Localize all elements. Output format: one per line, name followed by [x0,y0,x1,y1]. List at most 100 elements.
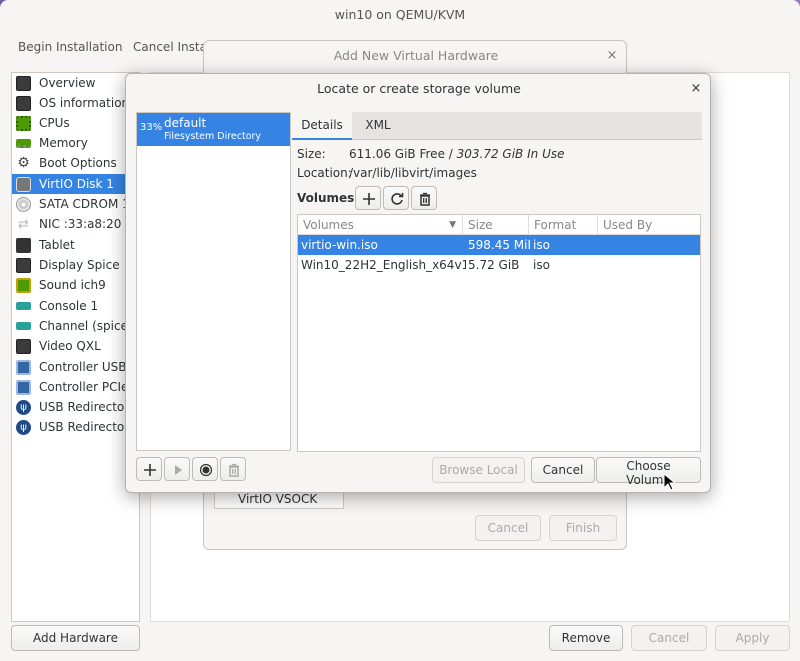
dialog-title: Locate or create storage volume [317,81,521,96]
tab-xml[interactable]: XML [352,112,404,140]
browse-local-button[interactable]: Browse Local [432,457,525,483]
memory-icon [16,138,31,148]
volumes-heading: Volumes [297,191,355,205]
volume-size: 5.72 GiB [468,258,520,272]
volume-name: Win10_22H2_English_x64v1.iso [301,258,466,272]
sound-icon [16,277,31,293]
table-row[interactable]: Win10_22H2_English_x64v1.iso 5.72 GiB is… [298,255,700,275]
pool-usage-percent: 33% [140,122,163,133]
size-label: Size: [297,147,326,161]
hw-item-overview[interactable]: Overview [12,73,139,93]
hw-item-virtio-disk-1[interactable]: VirtIO Disk 1 [12,174,139,194]
add-hardware-button[interactable]: Add Hardware [11,625,140,651]
cancel-button[interactable]: Cancel [631,625,707,651]
hw-item-boot-options[interactable]: ⚙ Boot Options [12,153,139,173]
tab-bar: Details XML [292,112,702,140]
plus-icon [144,464,156,476]
monitor-icon [16,75,31,91]
finish-button[interactable]: Finish [549,515,617,541]
delete-pool-button[interactable] [220,457,246,481]
size-used: 303.72 GiB In Use [456,147,565,161]
usb-icon: ψ [16,399,31,415]
dialog-title: Add New Virtual Hardware [333,48,499,63]
hw-item-controller-pcie[interactable]: Controller PCIe [12,377,139,397]
window-title: win10 on QEMU/KVM [334,7,466,22]
disk-icon [16,176,31,192]
start-pool-button[interactable] [164,457,190,481]
volume-size: 598.45 MiB [468,238,530,252]
close-icon[interactable]: × [688,81,704,97]
location-label: Location: [297,166,352,180]
hw-item-sound-ich9[interactable]: Sound ich9 [12,275,139,295]
pool-type: Filesystem Directory [164,131,262,142]
storage-pool-list: 33% default Filesystem Directory [136,112,291,451]
hw-item-channel-spice[interactable]: Channel (spice) [12,316,139,336]
trash-icon [420,192,430,206]
hw-item-usb-redirector-1[interactable]: ψ USB Redirector 1 [12,397,139,417]
tablet-icon [16,237,31,253]
hw-item-sata-cdrom-1[interactable]: SATA CDROM 1 [12,194,139,214]
sort-down-icon: ▼ [449,220,456,230]
tab-details[interactable]: Details [292,112,352,140]
add-pool-button[interactable] [136,457,162,481]
hw-item-controller-usb[interactable]: Controller USB [12,357,139,377]
apply-button[interactable]: Apply [715,625,790,651]
channel-icon [16,322,31,330]
add-hw-cancel-button[interactable]: Cancel [475,515,541,541]
storage-volume-dialog: Locate or create storage volume × 33% de… [125,73,711,493]
hw-item-console-1[interactable]: Console 1 [12,296,139,316]
gear-icon: ⚙ [17,154,30,171]
column-header-used-by[interactable]: Used By [598,215,700,235]
hw-item-os-information[interactable]: OS information [12,93,139,113]
hw-item-memory[interactable]: Memory [12,133,139,153]
location-value: /var/lib/libvirt/images [349,166,477,180]
pool-name: default [164,116,207,130]
column-header-volumes[interactable]: Volumes ▼ [298,215,463,235]
volume-used-by [603,255,698,275]
table-row[interactable]: virtio-win.iso 598.45 MiB iso [298,235,700,255]
refresh-button[interactable] [383,186,409,210]
stop-pool-button[interactable] [192,457,218,481]
volume-format: iso [533,238,550,252]
plus-icon [363,193,375,205]
console-icon [16,302,31,310]
size-value: 611.06 GiB Free / 303.72 GiB In Use [349,147,564,161]
play-icon [175,465,182,475]
volume-format: iso [533,258,550,272]
volume-used-by [603,235,698,255]
trash-icon [229,463,239,477]
mouse-cursor-icon [663,473,675,491]
stop-icon [199,463,213,477]
cpu-icon [16,115,31,131]
remove-button[interactable]: Remove [549,625,623,651]
controller-icon [16,379,31,395]
column-header-size[interactable]: Size [463,215,529,235]
cdrom-icon [16,196,31,212]
hw-item-usb-redirector-2[interactable]: ψ USB Redirector 2 [12,417,139,437]
monitor-icon [16,95,31,111]
refresh-icon [391,193,404,205]
begin-installation-button[interactable]: Begin Installation [18,38,122,56]
hw-item-nic[interactable]: ⇄ NIC :33:a8:20 [12,214,139,234]
controller-icon [16,359,31,375]
usb-icon: ψ [16,419,31,435]
display-icon [16,257,31,273]
close-icon[interactable]: × [604,48,620,64]
column-header-format[interactable]: Format [529,215,598,235]
hw-item-tablet[interactable]: Tablet [12,235,139,255]
delete-volume-button[interactable] [411,186,437,210]
hw-item-cpus[interactable]: CPUs [12,113,139,133]
size-free: 611.06 GiB Free [349,147,445,161]
video-icon [16,338,31,354]
choose-volume-button[interactable]: Choose Volume [596,457,701,487]
pool-item-default[interactable]: 33% default Filesystem Directory [137,113,290,146]
size-separator: / [444,147,457,161]
volume-name: virtio-win.iso [301,238,378,252]
hardware-list: Overview OS information CPUs Memory ⚙ Bo… [11,72,140,622]
create-volume-button[interactable] [355,186,381,210]
hw-item-display-spice[interactable]: Display Spice [12,255,139,275]
network-icon: ⇄ [18,216,29,232]
volumes-table: Volumes ▼ Size Format Used By virtio-win.… [297,214,701,452]
storage-cancel-button[interactable]: Cancel [531,457,595,483]
hw-item-video-qxl[interactable]: Video QXL [12,336,139,356]
